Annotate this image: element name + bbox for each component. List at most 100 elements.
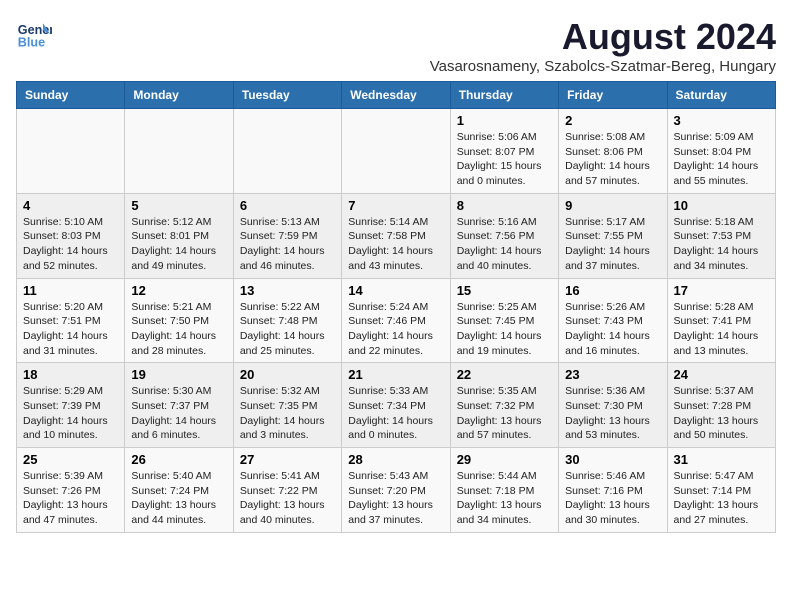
- calendar-day-5: 5Sunrise: 5:12 AM Sunset: 8:01 PM Daylig…: [125, 193, 233, 278]
- day-info: Sunrise: 5:22 AM Sunset: 7:48 PM Dayligh…: [240, 300, 335, 359]
- calendar-week-row: 25 Sunrise: 5:39 AM Sunset: 7:26 PM Dayli…: [17, 448, 776, 533]
- day-number: 19: [131, 367, 226, 382]
- day-info: Sunrise: 5:06 AM Sunset: 8:07 PM Dayligh…: [457, 130, 552, 189]
- day-number: 17: [674, 283, 769, 298]
- day-info: Sunrise: 5:25 AM Sunset: 7:45 PM Dayligh…: [457, 300, 552, 359]
- weekday-header-tuesday: Tuesday: [233, 82, 341, 109]
- calendar-table: SundayMondayTuesdayWednesdayThursdayFrid…: [16, 81, 776, 533]
- day-info: Sunrise: 5:39 AM Sunset: 7:26 PM Dayligh…: [23, 469, 118, 528]
- calendar-week-row: 11Sunrise: 5:20 AM Sunset: 7:51 PM Dayli…: [17, 278, 776, 363]
- title-area: August 2024 Vasarosnameny, Szabolcs-Szat…: [430, 16, 776, 75]
- day-info: Sunrise: 5:24 AM Sunset: 7:46 PM Dayligh…: [348, 300, 443, 359]
- day-info: Sunrise: 5:35 AM Sunset: 7:32 PM Dayligh…: [457, 384, 552, 443]
- day-info: Sunrise: 5:13 AM Sunset: 7:59 PM Dayligh…: [240, 215, 335, 274]
- calendar-day-19: 19 Sunrise: 5:30 AM Sunset: 7:37 PM Dayli…: [125, 363, 233, 448]
- day-number: 18: [23, 367, 118, 382]
- day-info: Sunrise: 5:18 AM Sunset: 7:53 PM Dayligh…: [674, 215, 769, 274]
- day-info: Sunrise: 5:47 AM Sunset: 7:14 PM Dayligh…: [674, 469, 769, 528]
- day-info: Sunrise: 5:26 AM Sunset: 7:43 PM Dayligh…: [565, 300, 660, 359]
- calendar-day-31: 31 Sunrise: 5:47 AM Sunset: 7:14 PM Dayli…: [667, 448, 775, 533]
- day-number: 16: [565, 283, 660, 298]
- calendar-week-row: 1 Sunrise: 5:06 AM Sunset: 8:07 PM Daylig…: [17, 109, 776, 194]
- day-number: 21: [348, 367, 443, 382]
- calendar-day-17: 17 Sunrise: 5:28 AM Sunset: 7:41 PM Dayli…: [667, 278, 775, 363]
- day-number: 25: [23, 452, 118, 467]
- location-subtitle: Vasarosnameny, Szabolcs-Szatmar-Bereg, H…: [430, 58, 776, 75]
- day-number: 6: [240, 198, 335, 213]
- svg-text:Blue: Blue: [18, 36, 45, 50]
- calendar-day-11: 11Sunrise: 5:20 AM Sunset: 7:51 PM Dayli…: [17, 278, 125, 363]
- day-info: Sunrise: 5:33 AM Sunset: 7:34 PM Dayligh…: [348, 384, 443, 443]
- calendar-day-28: 28 Sunrise: 5:43 AM Sunset: 7:20 PM Dayli…: [342, 448, 450, 533]
- calendar-day-6: 6 Sunrise: 5:13 AM Sunset: 7:59 PM Daylig…: [233, 193, 341, 278]
- day-info: Sunrise: 5:40 AM Sunset: 7:24 PM Dayligh…: [131, 469, 226, 528]
- day-info: Sunrise: 5:37 AM Sunset: 7:28 PM Dayligh…: [674, 384, 769, 443]
- day-number: 4: [23, 198, 118, 213]
- calendar-day-9: 9Sunrise: 5:17 AM Sunset: 7:55 PM Daylig…: [559, 193, 667, 278]
- day-number: 10: [674, 198, 769, 213]
- day-info: Sunrise: 5:30 AM Sunset: 7:37 PM Dayligh…: [131, 384, 226, 443]
- day-info: Sunrise: 5:16 AM Sunset: 7:56 PM Dayligh…: [457, 215, 552, 274]
- calendar-day-8: 8Sunrise: 5:16 AM Sunset: 7:56 PM Daylig…: [450, 193, 558, 278]
- empty-cell: [125, 109, 233, 194]
- calendar-day-22: 22 Sunrise: 5:35 AM Sunset: 7:32 PM Dayli…: [450, 363, 558, 448]
- day-number: 26: [131, 452, 226, 467]
- day-info: Sunrise: 5:10 AM Sunset: 8:03 PM Dayligh…: [23, 215, 118, 274]
- calendar-day-4: 4 Sunrise: 5:10 AM Sunset: 8:03 PM Daylig…: [17, 193, 125, 278]
- logo-icon: General Blue: [16, 16, 52, 52]
- day-info: Sunrise: 5:36 AM Sunset: 7:30 PM Dayligh…: [565, 384, 660, 443]
- day-info: Sunrise: 5:09 AM Sunset: 8:04 PM Dayligh…: [674, 130, 769, 189]
- calendar-day-13: 13 Sunrise: 5:22 AM Sunset: 7:48 PM Dayli…: [233, 278, 341, 363]
- day-number: 14: [348, 283, 443, 298]
- day-number: 31: [674, 452, 769, 467]
- calendar-day-23: 23 Sunrise: 5:36 AM Sunset: 7:30 PM Dayli…: [559, 363, 667, 448]
- empty-cell: [17, 109, 125, 194]
- calendar-day-15: 15 Sunrise: 5:25 AM Sunset: 7:45 PM Dayli…: [450, 278, 558, 363]
- day-number: 13: [240, 283, 335, 298]
- day-info: Sunrise: 5:44 AM Sunset: 7:18 PM Dayligh…: [457, 469, 552, 528]
- day-info: Sunrise: 5:08 AM Sunset: 8:06 PM Dayligh…: [565, 130, 660, 189]
- day-number: 7: [348, 198, 443, 213]
- day-info: Sunrise: 5:12 AM Sunset: 8:01 PM Dayligh…: [131, 215, 226, 274]
- day-number: 22: [457, 367, 552, 382]
- day-number: 23: [565, 367, 660, 382]
- weekday-header-friday: Friday: [559, 82, 667, 109]
- month-title: August 2024: [430, 16, 776, 58]
- day-number: 29: [457, 452, 552, 467]
- day-number: 20: [240, 367, 335, 382]
- day-number: 1: [457, 113, 552, 128]
- weekday-header-saturday: Saturday: [667, 82, 775, 109]
- calendar-day-12: 12 Sunrise: 5:21 AM Sunset: 7:50 PM Dayli…: [125, 278, 233, 363]
- day-info: Sunrise: 5:43 AM Sunset: 7:20 PM Dayligh…: [348, 469, 443, 528]
- day-number: 11: [23, 283, 118, 298]
- day-info: Sunrise: 5:32 AM Sunset: 7:35 PM Dayligh…: [240, 384, 335, 443]
- weekday-header-sunday: Sunday: [17, 82, 125, 109]
- day-number: 28: [348, 452, 443, 467]
- day-info: Sunrise: 5:29 AM Sunset: 7:39 PM Dayligh…: [23, 384, 118, 443]
- calendar-day-27: 27Sunrise: 5:41 AM Sunset: 7:22 PM Dayli…: [233, 448, 341, 533]
- weekday-header-thursday: Thursday: [450, 82, 558, 109]
- day-number: 27: [240, 452, 335, 467]
- calendar-day-26: 26 Sunrise: 5:40 AM Sunset: 7:24 PM Dayli…: [125, 448, 233, 533]
- calendar-day-16: 16 Sunrise: 5:26 AM Sunset: 7:43 PM Dayli…: [559, 278, 667, 363]
- day-number: 2: [565, 113, 660, 128]
- calendar-week-row: 4 Sunrise: 5:10 AM Sunset: 8:03 PM Daylig…: [17, 193, 776, 278]
- calendar-day-24: 24 Sunrise: 5:37 AM Sunset: 7:28 PM Dayli…: [667, 363, 775, 448]
- calendar-day-30: 30Sunrise: 5:46 AM Sunset: 7:16 PM Dayli…: [559, 448, 667, 533]
- calendar-day-29: 29 Sunrise: 5:44 AM Sunset: 7:18 PM Dayli…: [450, 448, 558, 533]
- calendar-week-row: 18 Sunrise: 5:29 AM Sunset: 7:39 PM Dayli…: [17, 363, 776, 448]
- day-info: Sunrise: 5:14 AM Sunset: 7:58 PM Dayligh…: [348, 215, 443, 274]
- calendar-day-2: 2 Sunrise: 5:08 AM Sunset: 8:06 PM Daylig…: [559, 109, 667, 194]
- day-info: Sunrise: 5:17 AM Sunset: 7:55 PM Dayligh…: [565, 215, 660, 274]
- calendar-day-14: 14 Sunrise: 5:24 AM Sunset: 7:46 PM Dayli…: [342, 278, 450, 363]
- calendar-day-3: 3Sunrise: 5:09 AM Sunset: 8:04 PM Daylig…: [667, 109, 775, 194]
- logo: General Blue: [16, 16, 52, 52]
- day-info: Sunrise: 5:28 AM Sunset: 7:41 PM Dayligh…: [674, 300, 769, 359]
- day-number: 15: [457, 283, 552, 298]
- day-number: 12: [131, 283, 226, 298]
- weekday-header-wednesday: Wednesday: [342, 82, 450, 109]
- calendar-day-18: 18 Sunrise: 5:29 AM Sunset: 7:39 PM Dayli…: [17, 363, 125, 448]
- calendar-day-21: 21 Sunrise: 5:33 AM Sunset: 7:34 PM Dayli…: [342, 363, 450, 448]
- day-number: 24: [674, 367, 769, 382]
- day-info: Sunrise: 5:21 AM Sunset: 7:50 PM Dayligh…: [131, 300, 226, 359]
